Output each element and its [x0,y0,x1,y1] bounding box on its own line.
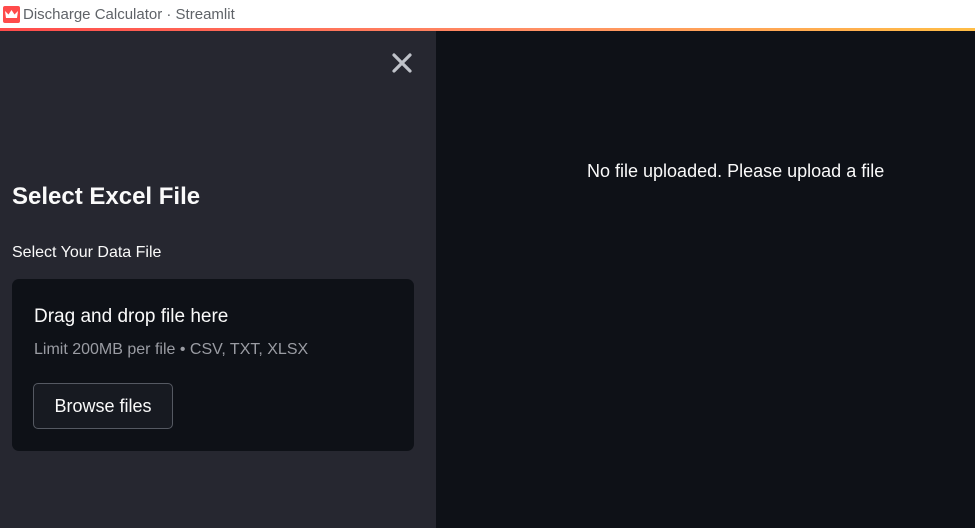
window-title: Discharge Calculator · Streamlit [23,5,235,23]
sidebar-title: Select Excel File [12,183,201,210]
file-uploader-label: Select Your Data File [12,244,162,261]
dropzone-limit-text: Limit 200MB per file • CSV, TXT, XLSX [34,341,309,358]
dropzone-title: Drag and drop file here [34,306,229,327]
browse-files-button[interactable]: Browse files [33,383,173,429]
file-dropzone[interactable]: Drag and drop file here Limit 200MB per … [12,279,414,451]
close-icon[interactable] [390,51,414,75]
window-titlebar: Discharge Calculator · Streamlit [0,0,975,28]
no-file-message: No file uploaded. Please upload a file [587,161,885,181]
streamlit-crown-icon [3,5,20,23]
sidebar: Select Excel File Select Your Data File … [0,31,436,528]
main-content: No file uploaded. Please upload a file [436,31,975,528]
